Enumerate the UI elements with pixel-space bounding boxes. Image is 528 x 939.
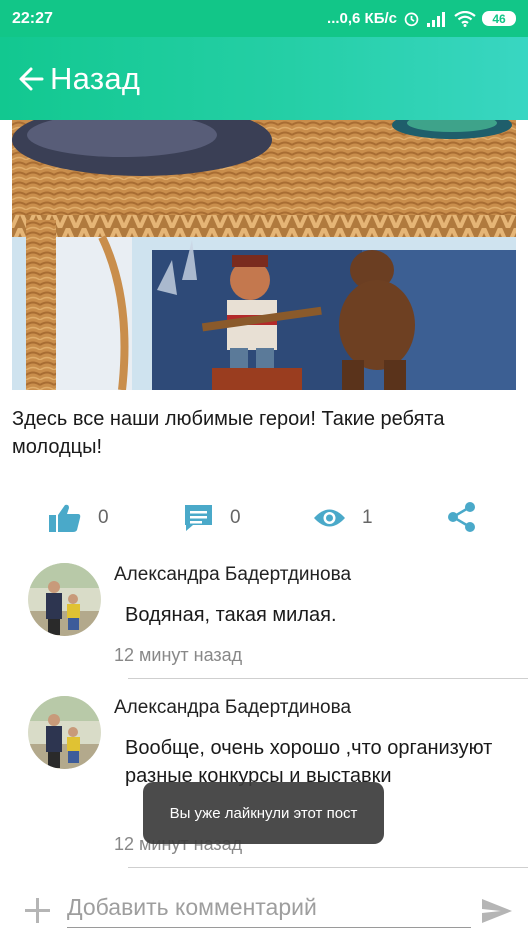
avatar[interactable] xyxy=(28,696,101,769)
add-icon[interactable] xyxy=(24,897,51,924)
thumbs-up-icon xyxy=(49,504,81,532)
comment-icon xyxy=(185,505,212,531)
comment-divider xyxy=(128,867,528,868)
status-indicators: ...0,6 КБ/с 46 xyxy=(327,10,516,27)
status-time: 22:27 xyxy=(12,9,53,27)
send-icon[interactable] xyxy=(481,898,513,924)
signal-icon xyxy=(427,11,445,27)
avatar-image xyxy=(28,696,101,769)
views-indicator: 1 xyxy=(313,495,373,541)
like-count: 0 xyxy=(98,507,109,528)
toast-message: Вы уже лайкнули этот пост xyxy=(143,782,384,844)
comment-divider xyxy=(128,678,528,679)
alarm-icon xyxy=(404,12,419,27)
comment-author[interactable]: Александра Бадертдинова xyxy=(114,697,351,719)
comment-author[interactable]: Александра Бадертдинова xyxy=(114,564,351,586)
back-arrow-icon xyxy=(19,67,44,90)
back-button[interactable]: Назад xyxy=(18,61,140,97)
comment-time: 12 минут назад xyxy=(114,645,243,665)
screen: 22:27 ...0,6 КБ/с 46 Назад Здесь все наш… xyxy=(0,0,528,939)
eye-icon xyxy=(314,509,345,527)
comment-input-bar xyxy=(0,880,528,939)
app-bar: Назад xyxy=(0,37,528,120)
avatar[interactable] xyxy=(28,563,101,636)
post-text: Здесь все наши любимые герои! Такие ребя… xyxy=(12,408,445,458)
back-label: Назад xyxy=(50,60,141,96)
comment-input[interactable] xyxy=(67,888,471,928)
wifi-icon xyxy=(454,10,476,27)
post-stats: 0 0 1 xyxy=(0,495,528,541)
post-photo[interactable] xyxy=(12,120,516,390)
view-count: 1 xyxy=(362,507,373,528)
comment-text: Водяная, такая милая. xyxy=(125,604,337,626)
photo-illustration xyxy=(12,120,516,390)
comments-button[interactable]: 0 xyxy=(183,495,241,541)
like-button[interactable]: 0 xyxy=(48,495,109,541)
status-bar: 22:27 ...0,6 КБ/с 46 xyxy=(0,0,528,37)
network-speed: ...0,6 КБ/с xyxy=(327,10,397,27)
battery-indicator: 46 xyxy=(482,11,516,26)
share-icon[interactable] xyxy=(446,501,478,533)
avatar-image xyxy=(28,563,101,636)
comment-count: 0 xyxy=(230,507,241,528)
